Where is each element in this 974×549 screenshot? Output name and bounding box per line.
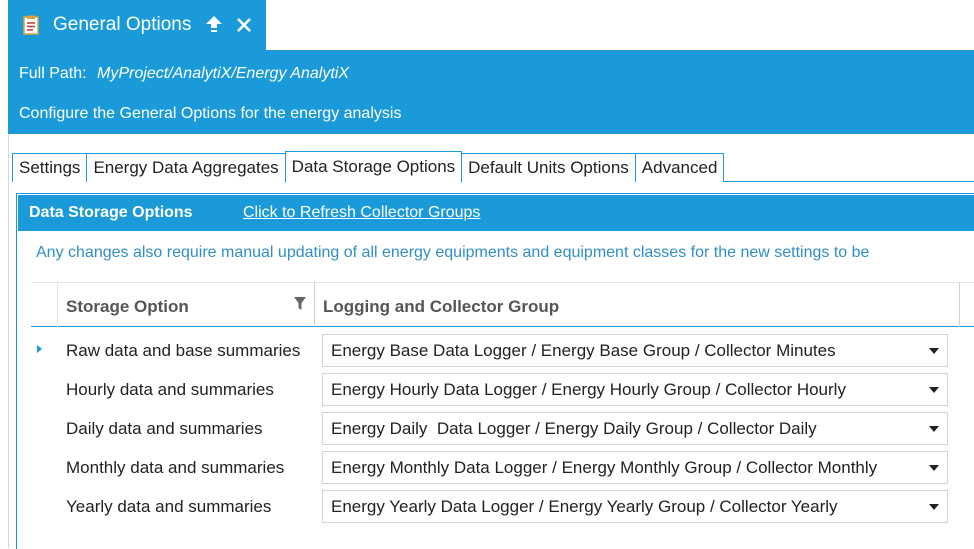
- tab-default-units-options[interactable]: Default Units Options: [461, 153, 636, 182]
- storage-option-cell: Hourly data and summaries: [66, 380, 274, 399]
- dropdown-arrow-icon[interactable]: [929, 426, 939, 432]
- logging-collector-group-select[interactable]: Energy Yearly Data Logger / Energy Yearl…: [322, 490, 948, 523]
- storage-option-cell: Monthly data and summaries: [66, 458, 285, 477]
- update-notice: Any changes also require manual updating…: [36, 244, 870, 261]
- refresh-collector-groups-link[interactable]: Click to Refresh Collector Groups: [243, 204, 480, 222]
- logging-collector-group-select[interactable]: Energy Hourly Data Logger / Energy Hourl…: [322, 373, 948, 406]
- tab-settings[interactable]: Settings: [12, 153, 88, 182]
- dropdown-arrow-icon[interactable]: [929, 387, 939, 393]
- table-row[interactable]: Daily data and summaries Energy Daily Da…: [31, 409, 974, 448]
- select-value: Energy Daily Data Logger / Energy Daily …: [331, 419, 817, 438]
- column-separator[interactable]: [314, 283, 315, 327]
- section-header: Data Storage Options Click to Refresh Co…: [18, 195, 974, 231]
- dropdown-arrow-icon[interactable]: [929, 465, 939, 471]
- tab-strip: Settings Energy Data Aggregates Data Sto…: [12, 151, 725, 183]
- select-value: Energy Monthly Data Logger / Energy Mont…: [331, 458, 878, 477]
- options-document-icon: [23, 15, 39, 35]
- table-row[interactable]: Hourly data and summaries Energy Hourly …: [31, 370, 974, 409]
- table-row[interactable]: Monthly data and summaries Energy Monthl…: [31, 448, 974, 487]
- logging-collector-group-select[interactable]: Energy Base Data Logger / Energy Base Gr…: [322, 334, 948, 367]
- page-description: Configure the General Options for the en…: [19, 105, 402, 122]
- pin-up-icon[interactable]: [205, 15, 223, 35]
- full-path-label: Full Path:: [19, 65, 87, 82]
- column-header-storage-option[interactable]: Storage Option: [66, 297, 189, 317]
- tab-energy-data-aggregates[interactable]: Energy Data Aggregates: [86, 153, 286, 182]
- filter-icon[interactable]: [294, 296, 306, 312]
- tab-advanced[interactable]: Advanced: [634, 153, 725, 182]
- row-selector-header: [31, 283, 58, 327]
- storage-option-cell: Daily data and summaries: [66, 419, 263, 438]
- column-separator[interactable]: [959, 283, 960, 327]
- column-header-logging-collector-group[interactable]: Logging and Collector Group: [323, 297, 559, 317]
- grid-rows: Raw data and base summaries Energy Base …: [31, 331, 974, 526]
- table-row[interactable]: Yearly data and summaries Energy Yearly …: [31, 487, 974, 526]
- dropdown-arrow-icon[interactable]: [929, 348, 939, 354]
- header-band: Full Path: MyProject/AnalytiX/Energy Ana…: [8, 50, 974, 134]
- logging-collector-group-select[interactable]: Energy Daily Data Logger / Energy Daily …: [322, 412, 948, 445]
- document-title: General Options: [53, 14, 192, 35]
- logging-collector-group-select[interactable]: Energy Monthly Data Logger / Energy Mont…: [322, 451, 948, 484]
- section-title: Data Storage Options: [29, 204, 193, 221]
- storage-option-cell: Yearly data and summaries: [66, 497, 272, 516]
- tab-data-storage-options[interactable]: Data Storage Options: [284, 151, 463, 183]
- close-icon[interactable]: [235, 16, 253, 34]
- grid-header: Storage Option Logging and Collector Gro…: [31, 282, 974, 327]
- current-row-indicator-icon: [37, 345, 42, 353]
- document-tab[interactable]: General Options: [8, 0, 266, 50]
- table-row[interactable]: Raw data and base summaries Energy Base …: [31, 331, 974, 370]
- dropdown-arrow-icon[interactable]: [929, 504, 939, 510]
- storage-option-cell: Raw data and base summaries: [66, 341, 301, 360]
- full-path: Full Path: MyProject/AnalytiX/Energy Ana…: [19, 65, 349, 83]
- select-value: Energy Base Data Logger / Energy Base Gr…: [331, 341, 836, 360]
- full-path-value: MyProject/AnalytiX/Energy AnalytiX: [97, 65, 349, 82]
- select-value: Energy Yearly Data Logger / Energy Yearl…: [331, 497, 838, 516]
- select-value: Energy Hourly Data Logger / Energy Hourl…: [331, 380, 846, 399]
